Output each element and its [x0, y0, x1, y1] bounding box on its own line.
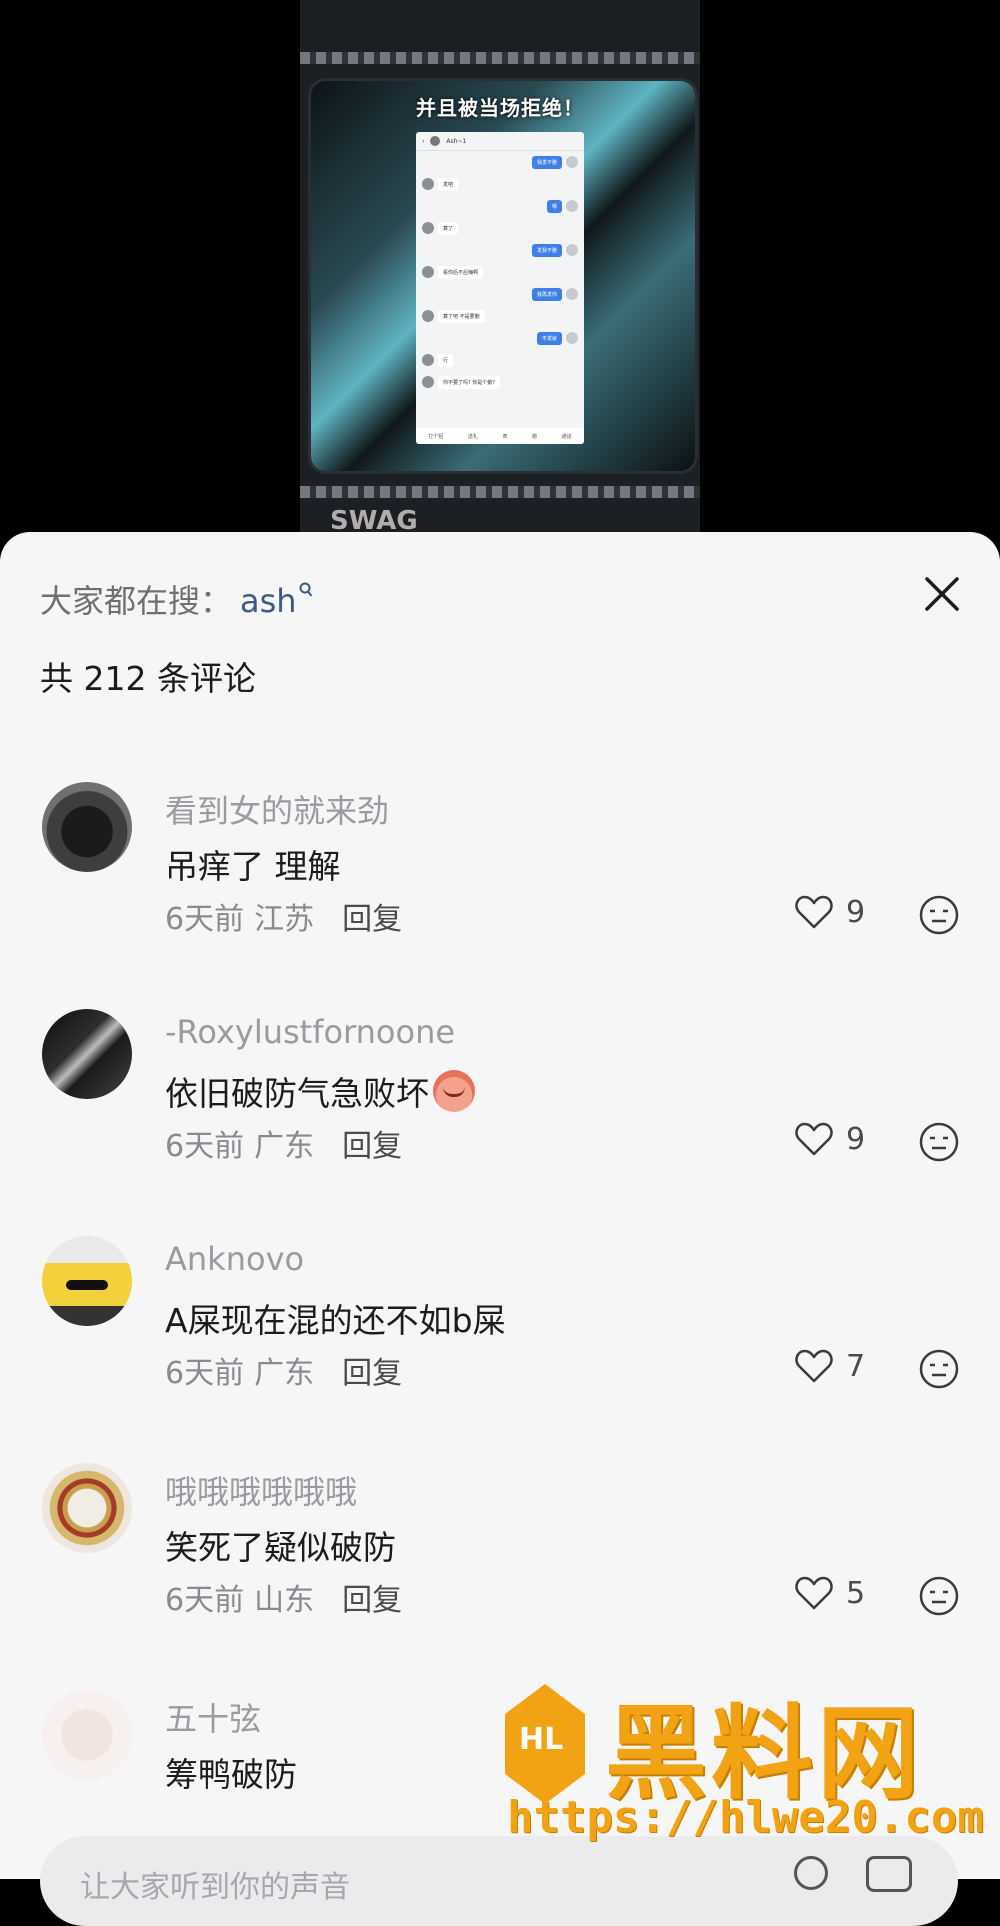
- comment-region: 江苏: [254, 902, 315, 937]
- like-count: 7: [846, 1348, 866, 1384]
- video-caption: 并且被当场拒绝！: [416, 96, 584, 120]
- comment-text: 吊痒了 理解: [165, 847, 341, 886]
- comment-text: 筹鸭破防: [165, 1755, 297, 1794]
- watermark-url: https://hlwe20.com: [507, 1792, 984, 1843]
- chat-message: 发吧: [416, 173, 584, 195]
- chat-header: ‹ Ash~1: [416, 132, 584, 151]
- comment-item: -Roxylustfornoone 依旧破防气急败坏 6天前 广东 回复 9: [0, 1009, 1000, 1236]
- comment-username[interactable]: 看到女的就来劲: [165, 786, 389, 832]
- comment-time: 6天前: [165, 1356, 245, 1391]
- like-count: 9: [846, 1121, 866, 1157]
- avatar[interactable]: [42, 1009, 132, 1099]
- reply-button[interactable]: 回复: [342, 894, 402, 938]
- comment-text: 笑死了疑似破防: [165, 1528, 396, 1567]
- comment-input-placeholder: 让大家听到你的声音: [80, 1870, 350, 1905]
- emoji-icon[interactable]: [866, 1856, 912, 1892]
- like-button[interactable]: 9: [794, 1121, 865, 1157]
- close-button[interactable]: [920, 572, 964, 616]
- chain-decoration-top: [300, 52, 700, 64]
- comment-count: 共 212 条评论: [40, 659, 256, 698]
- neutral-face-icon: [919, 895, 959, 935]
- comment-item: 看到女的就来劲 吊痒了 理解 6天前 江苏 回复 9: [0, 782, 1000, 1009]
- heart-icon: [795, 1122, 833, 1156]
- search-suggestion[interactable]: 大家都在搜： ash: [40, 576, 313, 622]
- chat-message: 嗯: [416, 195, 584, 217]
- like-count: 5: [846, 1575, 866, 1611]
- comment-item: Anknovo A屎现在混的还不如b屎 6天前 广东 回复 7: [0, 1236, 1000, 1463]
- chat-avatar: [430, 136, 441, 146]
- comment-region: 广东: [254, 1129, 315, 1164]
- back-icon: ‹: [422, 137, 425, 145]
- video-bottom-art: SWAG: [330, 506, 418, 532]
- chat-message: 看你后不后悔啊: [416, 261, 584, 283]
- chat-message: 算了: [416, 217, 584, 239]
- comment-meta: 6天前 广东 回复: [165, 1348, 402, 1392]
- avatar[interactable]: [42, 782, 132, 872]
- search-keyword[interactable]: ash: [240, 582, 297, 620]
- reply-button[interactable]: 回复: [342, 1348, 402, 1392]
- heart-icon: [795, 895, 833, 929]
- like-button[interactable]: 5: [794, 1575, 865, 1611]
- like-button[interactable]: 9: [794, 894, 865, 930]
- comment-meta: 6天前 江苏 回复: [165, 894, 402, 938]
- heart-icon: [795, 1576, 833, 1610]
- comment-username[interactable]: 五十弦: [165, 1694, 261, 1740]
- chat-message: 不发就: [416, 327, 584, 349]
- neutral-face-icon: [919, 1122, 959, 1162]
- neutral-face-icon: [919, 1349, 959, 1389]
- video-player[interactable]: 并且被当场拒绝！ ‹ Ash~1 我发不删 发吧 嗯 算了 发我不删 看你后不后…: [300, 0, 700, 532]
- comment-region: 山东: [254, 1583, 315, 1618]
- mention-icon[interactable]: [794, 1856, 828, 1890]
- like-button[interactable]: 7: [794, 1348, 865, 1384]
- chat-message: 我发不删: [416, 151, 584, 173]
- chat-message: 你不要了吗? 你是个鹅?: [416, 371, 584, 393]
- close-icon: [925, 577, 959, 611]
- chat-message: 我再发你: [416, 283, 584, 305]
- comment-time: 6天前: [165, 1129, 245, 1164]
- search-icon: [299, 582, 313, 603]
- comment-username[interactable]: -Roxylustfornoone: [165, 1013, 455, 1051]
- comment-meta: 6天前 广东 回复: [165, 1121, 402, 1165]
- reply-button[interactable]: 回复: [342, 1575, 402, 1619]
- chat-footer: 打个招 送礼 表 戳 通话: [416, 428, 584, 444]
- avatar[interactable]: [42, 1690, 132, 1780]
- comment-meta: 6天前 山东 回复: [165, 1575, 402, 1619]
- comment-input[interactable]: 让大家听到你的声音: [40, 1836, 958, 1926]
- comment-time: 6天前: [165, 902, 245, 937]
- comment-text: A屎现在混的还不如b屎: [165, 1301, 506, 1340]
- search-suggestion-label: 大家都在搜：: [40, 582, 233, 620]
- dislike-button[interactable]: [918, 1575, 960, 1621]
- comment-text: 依旧破防气急败坏: [165, 1067, 475, 1115]
- comment-region: 广东: [254, 1356, 315, 1391]
- comment-item: 哦哦哦哦哦哦 笑死了疑似破防 6天前 山东 回复 5: [0, 1463, 1000, 1690]
- chat-message: 行: [416, 349, 584, 371]
- avatar[interactable]: [42, 1463, 132, 1553]
- heart-icon: [795, 1349, 833, 1383]
- neutral-face-icon: [919, 1576, 959, 1616]
- chat-message: 算了吧 不是要删: [416, 305, 584, 327]
- reply-button[interactable]: 回复: [342, 1121, 402, 1165]
- chat-message: 发我不删: [416, 239, 584, 261]
- comment-username[interactable]: 哦哦哦哦哦哦: [165, 1467, 357, 1513]
- like-count: 9: [846, 894, 866, 930]
- comment-time: 6天前: [165, 1583, 245, 1618]
- chat-screenshot: ‹ Ash~1 我发不删 发吧 嗯 算了 发我不删 看你后不后悔啊 我再发你 算…: [416, 132, 584, 444]
- dislike-button[interactable]: [918, 1348, 960, 1394]
- chat-title: Ash~1: [446, 137, 467, 145]
- dislike-button[interactable]: [918, 1121, 960, 1167]
- crying-face-emoji-icon: [433, 1070, 475, 1112]
- chain-decoration-bottom: [300, 486, 700, 498]
- avatar[interactable]: [42, 1236, 132, 1326]
- comment-username[interactable]: Anknovo: [165, 1240, 304, 1278]
- dislike-button[interactable]: [918, 894, 960, 940]
